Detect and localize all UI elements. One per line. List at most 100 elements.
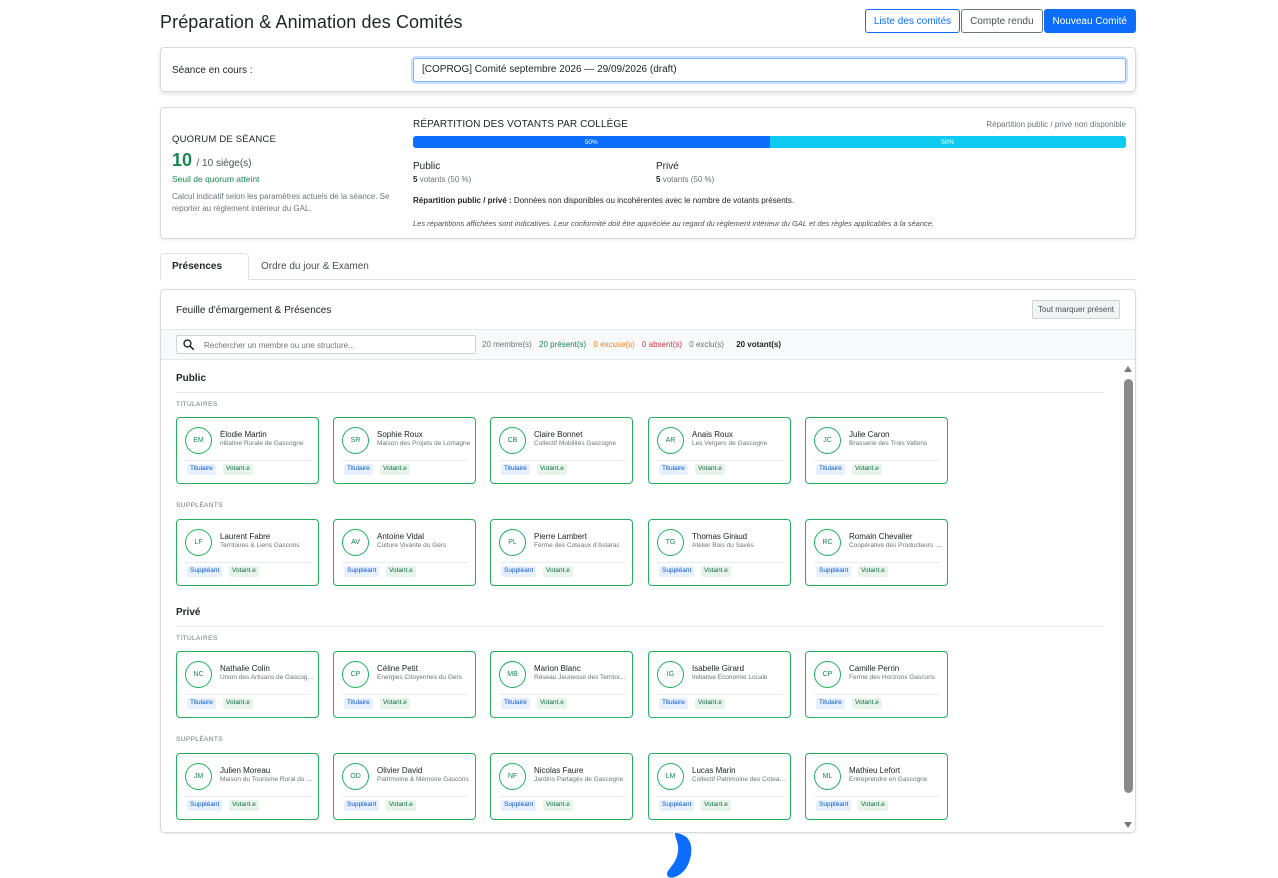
voting-badge: Votant.e (852, 464, 882, 475)
member-card[interactable]: NF Nicolas Faure Jardins Partagés de Gasco… (490, 753, 633, 820)
avatar: SR (342, 427, 369, 454)
card-divider (814, 562, 940, 563)
session-label: Séance en cours : (172, 65, 253, 76)
voting-badge: Votant.e (852, 698, 882, 709)
member-organization: Culture Vivante du Gers (377, 542, 447, 549)
voting-badge: Votant.e (543, 800, 573, 811)
scrollbar-thumb[interactable] (1124, 379, 1133, 793)
member-card[interactable]: AR Anais Roux Les Vergers de Gascogne Titul… (648, 417, 791, 484)
role-badge: Suppléant (816, 800, 852, 811)
avatar: CB (499, 427, 526, 454)
tab-bar: Présences Ordre du jour & Examen (160, 253, 1136, 280)
role-badge: Titulaire (659, 464, 688, 475)
member-card[interactable]: RC Romain Chevalier Coopérative des Produc… (805, 519, 948, 586)
section-title: TITULAIRES (176, 401, 218, 408)
card-divider (342, 460, 468, 461)
avatar: EM (185, 427, 212, 454)
member-organization: Coopérative des Producteurs du Gers (849, 542, 943, 549)
committee-list-button[interactable]: Liste des comités (864, 9, 961, 33)
split-disclaimer: Les répartitions affichées sont indicati… (413, 219, 934, 228)
member-card[interactable]: NC Nathalie Colin Union des Artisans de Ga… (176, 651, 319, 718)
card-divider (814, 460, 940, 461)
stat-excused: 0 excuse(s) (593, 340, 635, 349)
member-card[interactable]: ML Mathieu Lefort Entreprendre en Gascogne… (805, 753, 948, 820)
member-card[interactable]: JC Julie Caron Brasserie des Trois Vallons… (805, 417, 948, 484)
member-card[interactable]: JM Julien Moreau Maison du Tourisme Rural … (176, 753, 319, 820)
card-divider (499, 796, 625, 797)
search-input[interactable] (204, 338, 469, 352)
card-divider (342, 694, 468, 695)
member-card[interactable]: EM Élodie Martin nitiative Rurale de Gasco… (176, 417, 319, 484)
member-card[interactable]: LF Laurent Fabre Territoires & Liens Gasco… (176, 519, 319, 586)
group-title: Public (176, 373, 207, 384)
group-title: Privé (176, 607, 201, 618)
member-card[interactable]: LM Lucas Marin Collectif Patrimoine des Co… (648, 753, 791, 820)
member-card[interactable]: IG Isabelle Girard Initiative Economie Loc… (648, 651, 791, 718)
college-private-votes-num: 5 (656, 175, 661, 184)
tab-presences[interactable]: Présences (160, 253, 249, 280)
search-box[interactable] (176, 335, 476, 354)
member-organization: Collectif Mobilités Gascogne (534, 440, 617, 447)
member-name: Romain Chevalier (849, 532, 913, 541)
avatar: AR (657, 427, 684, 454)
card-divider (185, 562, 311, 563)
member-card[interactable]: OD Olivier David Patrimoine & Mémoire Gasc… (333, 753, 476, 820)
college-private-votes: 5 votants (50 %) (656, 175, 714, 184)
role-badge: Suppléant (187, 800, 223, 811)
member-card[interactable]: AV Antoine Vidal Culture Vivante du Gers Su… (333, 519, 476, 586)
role-badge: Suppléant (816, 566, 852, 577)
voting-badge: Votant.e (701, 566, 731, 577)
role-badge: Titulaire (816, 464, 845, 475)
member-name: Isabelle Girard (692, 664, 745, 673)
quorum-status: Seuil de quorum atteint (172, 174, 260, 184)
avatar: LF (185, 529, 212, 556)
member-name: Élodie Martin (220, 430, 267, 439)
scrollbar[interactable] (1122, 361, 1135, 832)
avatar: LM (657, 763, 684, 790)
member-name: Pierre Lambert (534, 532, 587, 541)
member-card[interactable]: CP Céline Petit Energies Citoyennes du Ger… (333, 651, 476, 718)
role-badge: Suppléant (501, 800, 537, 811)
split-unavailable: Répartition public / privé non disponibl… (986, 120, 1126, 129)
section-title: SUPPLÉANTS (176, 736, 223, 743)
split-bar-segment: 50% (413, 136, 770, 148)
member-card[interactable]: CP Camille Perrin Ferme des Horizons Gasco… (805, 651, 948, 718)
role-badge: Titulaire (187, 464, 216, 475)
voting-badge: Votant.e (858, 800, 888, 811)
member-organization: Ferme des Coteaux d'Astarac (534, 542, 620, 549)
member-name: Nathalie Colin (220, 664, 270, 673)
tab-agenda[interactable]: Ordre du jour & Examen (250, 253, 380, 280)
avatar: CP (342, 661, 369, 688)
stat-voting: 20 votant(s) (736, 340, 782, 349)
new-committee-button[interactable]: Nouveau Comité (1043, 9, 1136, 33)
page-title: Préparation & Animation des Comités (160, 12, 463, 32)
scroll-down-arrow[interactable] (1124, 822, 1132, 828)
card-divider (185, 460, 311, 461)
member-organization: Maison du Tourisme Rural du Gers (220, 776, 314, 783)
member-card[interactable]: SR Sophie Roux Maison des Projets de Lomag… (333, 417, 476, 484)
member-card[interactable]: CB Claire Bonnet Collectif Mobilités Gasco… (490, 417, 633, 484)
card-divider (814, 796, 940, 797)
avatar: JM (185, 763, 212, 790)
header-actions: Liste des comités Compte rendu Nouveau C… (864, 9, 1136, 33)
member-card[interactable]: TG Thomas Giraud Atelier Bois du Savès Supp… (648, 519, 791, 586)
voting-badge: Votant.e (380, 464, 410, 475)
stat-present: 20 présent(s) (539, 340, 587, 349)
member-organization: Réseau Jeunesse des Territoires (534, 674, 628, 681)
voting-badge: Votant.e (229, 800, 259, 811)
card-divider (342, 796, 468, 797)
card-divider (185, 694, 311, 695)
session-select[interactable]: [COPROG] Comité septembre 2026 — 29/09/2… (413, 58, 1126, 82)
voting-badge: Votant.e (858, 566, 888, 577)
member-card[interactable]: PL Pierre Lambert Ferme des Coteaux d'Asta… (490, 519, 633, 586)
member-card[interactable]: MB Marion Blanc Réseau Jeunesse des Territ… (490, 651, 633, 718)
report-button[interactable]: Compte rendu (961, 9, 1043, 33)
member-name: Laurent Fabre (220, 532, 271, 541)
card-divider (499, 694, 625, 695)
voting-badge: Votant.e (380, 698, 410, 709)
role-badge: Suppléant (501, 566, 537, 577)
split-title: RÉPARTITION DES VOTANTS PAR COLLÈGE (413, 119, 629, 130)
scroll-up-arrow[interactable] (1124, 366, 1132, 372)
quorum-seats: / 10 siège(s) (196, 158, 252, 169)
mark-all-present-button[interactable]: Tout marquer présent (1031, 300, 1120, 319)
